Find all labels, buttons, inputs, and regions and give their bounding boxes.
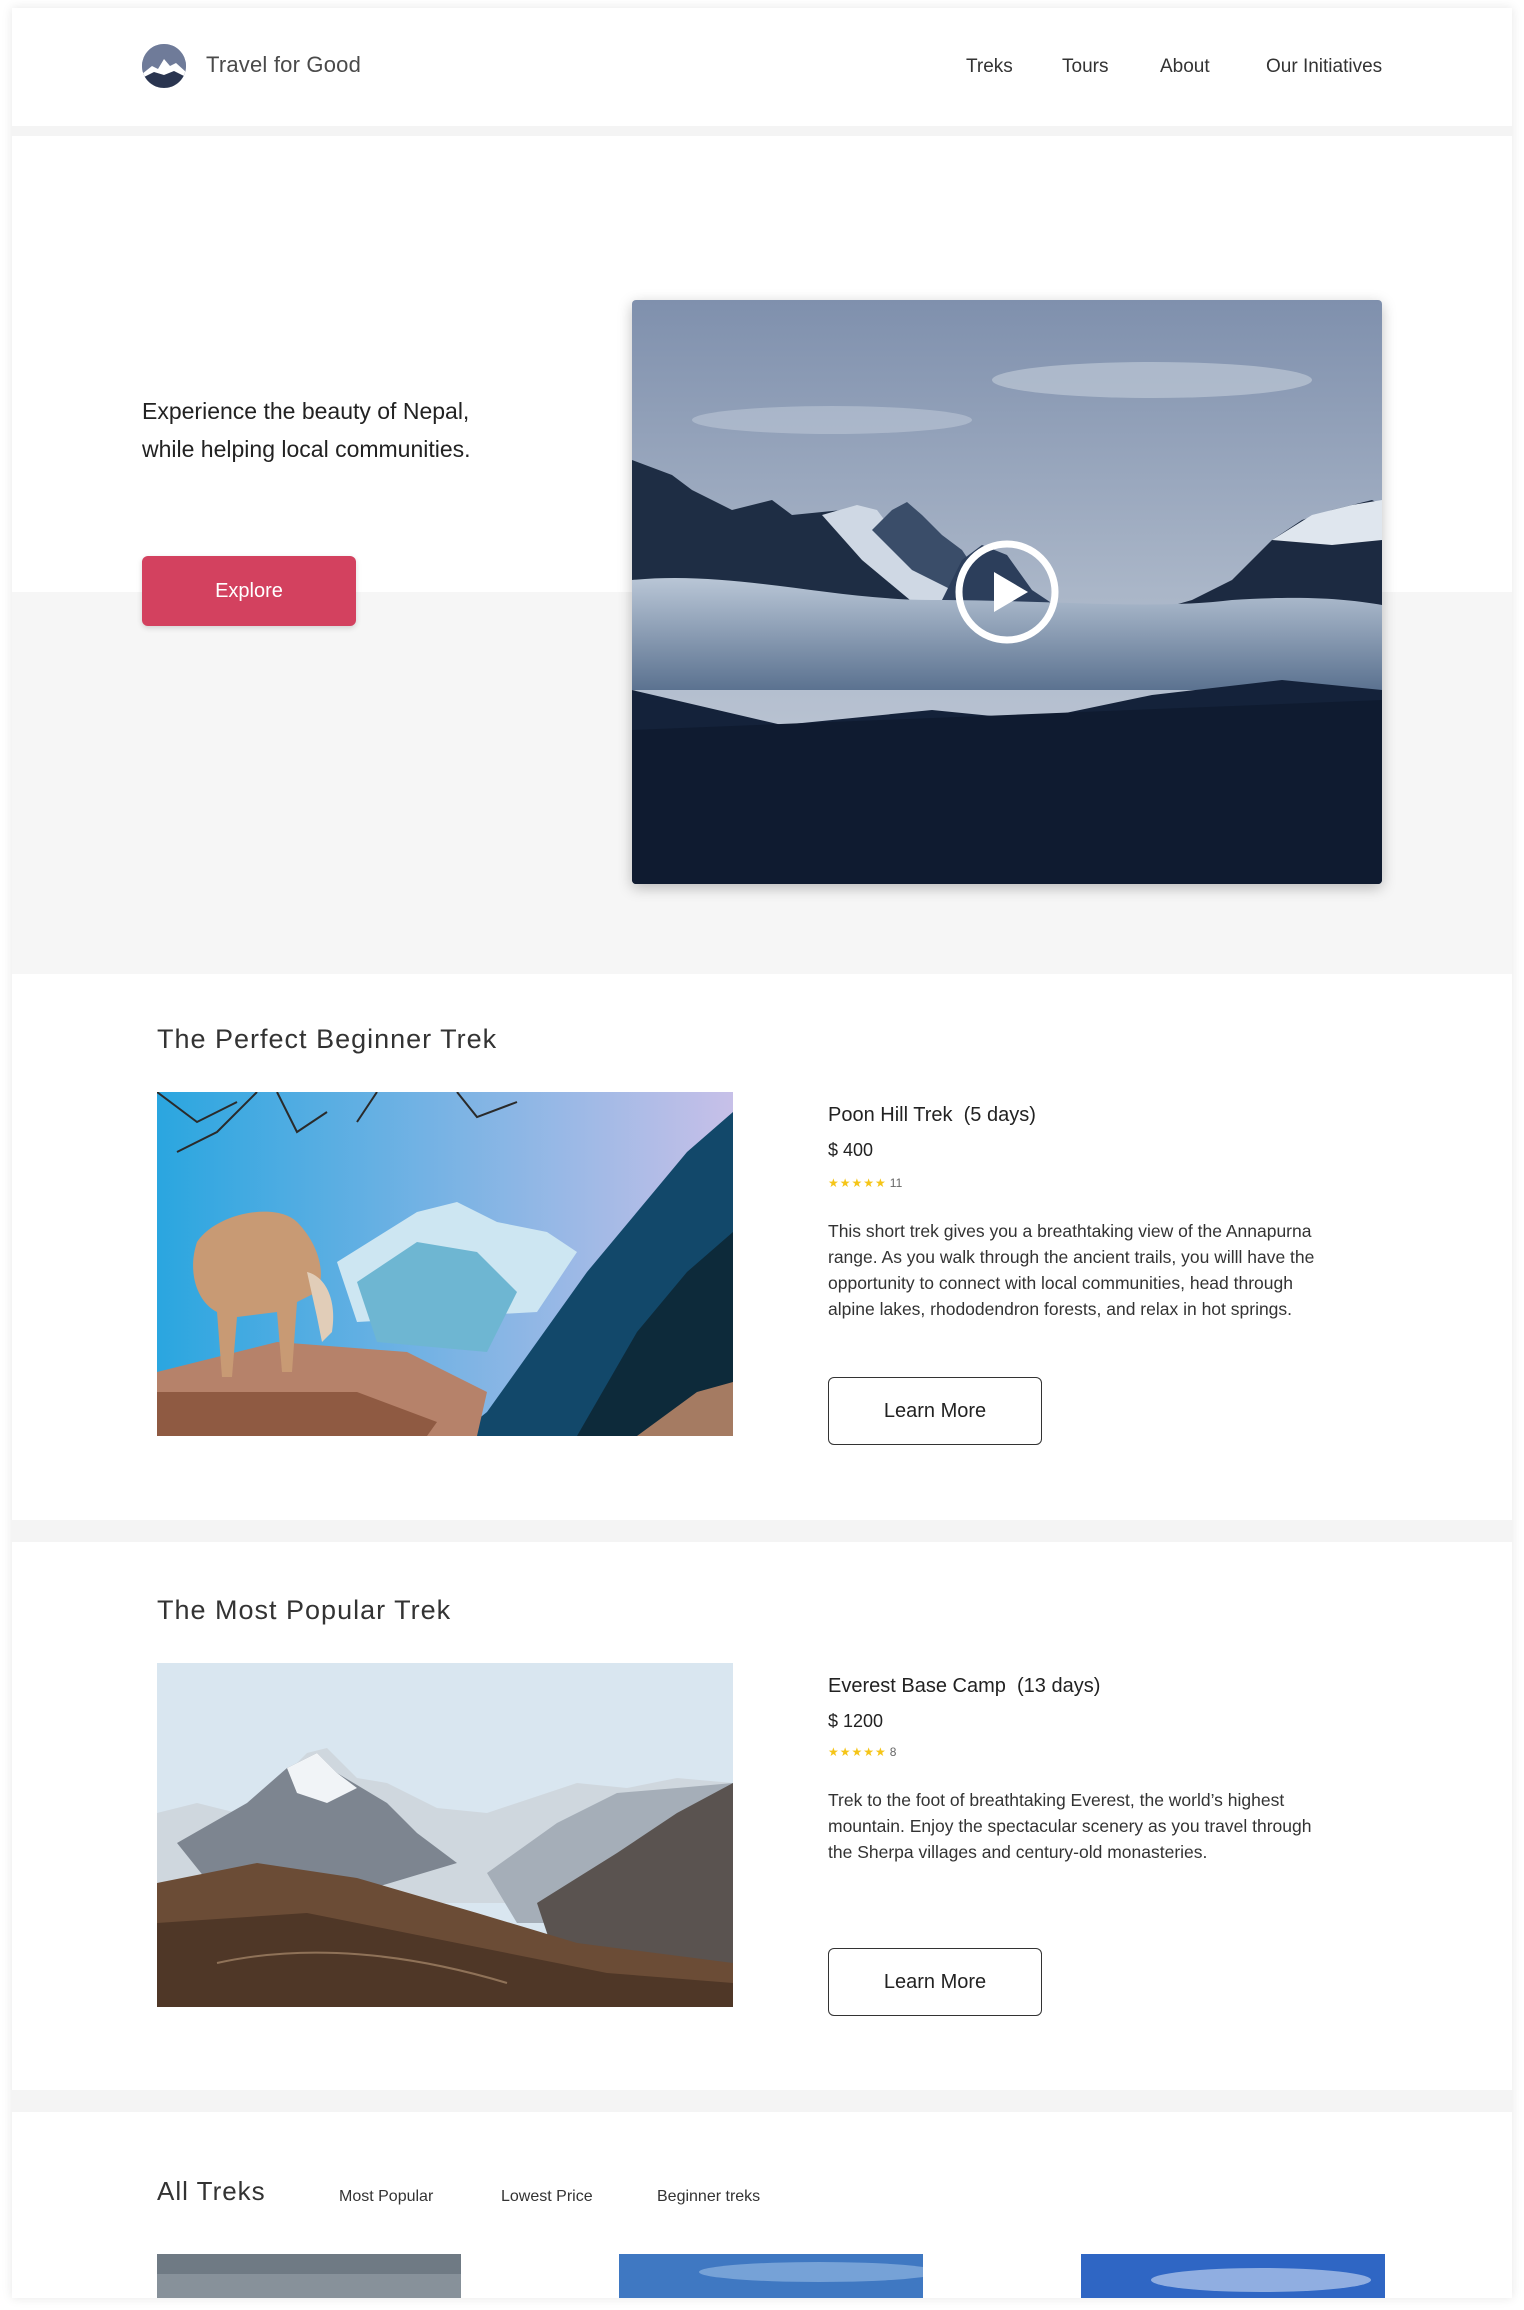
brand-name[interactable]: Travel for Good: [206, 52, 361, 78]
hero-tagline: Experience the beauty of Nepal, while he…: [142, 392, 522, 468]
mountain-logo-icon[interactable]: [142, 44, 186, 88]
nav-tours[interactable]: Tours: [1062, 56, 1108, 78]
rating-stars: ★★★★★ 11: [828, 1176, 902, 1190]
filter-most-popular[interactable]: Most Popular: [339, 2188, 433, 2206]
trek-name-everest[interactable]: Everest Base Camp (13 days): [828, 1675, 1100, 1698]
hero-tagline-line2: while helping local communities.: [142, 436, 471, 462]
all-treks-title: All Treks: [157, 2176, 266, 2206]
trek-price: $ 1200: [828, 1711, 884, 1731]
learn-more-button[interactable]: Learn More: [828, 1377, 1042, 1445]
section-title-beginner: The Perfect Beginner Trek: [157, 1024, 498, 1054]
review-count: 8: [889, 1745, 897, 1759]
filter-lowest-price[interactable]: Lowest Price: [501, 2188, 593, 2206]
nav-about[interactable]: About: [1160, 56, 1210, 78]
section-divider: [12, 2090, 1512, 2112]
rating-stars: ★★★★★ 8: [828, 1745, 896, 1759]
trek-description: This short trek gives you a breathtaking…: [828, 1221, 1315, 1319]
learn-more-button[interactable]: Learn More: [828, 1948, 1042, 2016]
site-header: Travel for Good Treks Tours About Our In…: [12, 8, 1512, 136]
trek-price: $ 400: [828, 1140, 874, 1160]
explore-button[interactable]: Explore: [142, 556, 356, 626]
nav-our-initiatives[interactable]: Our Initiatives: [1266, 56, 1382, 78]
section-divider: [12, 1520, 1512, 1542]
trek-name-label: Poon Hill Trek: [828, 1104, 953, 1126]
trek-thumbnail[interactable]: [619, 2254, 923, 2298]
trek-duration: (5 days): [963, 1104, 1036, 1126]
trek-name-poon-hill[interactable]: Poon Hill Trek (5 days): [828, 1104, 1036, 1127]
trek-thumbnail[interactable]: [1081, 2254, 1385, 2298]
poon-hill-photo[interactable]: [157, 1092, 733, 1436]
trek-name-label: Everest Base Camp: [828, 1675, 1006, 1697]
trek-thumbnail[interactable]: [157, 2254, 461, 2298]
hero-tagline-line1: Experience the beauty of Nepal,: [142, 398, 470, 424]
filter-beginner-treks[interactable]: Beginner treks: [657, 2188, 760, 2206]
star-icons: ★★★★★: [828, 1176, 887, 1190]
star-icons: ★★★★★: [828, 1745, 887, 1759]
nav-treks[interactable]: Treks: [966, 56, 1013, 78]
trek-duration: (13 days): [1016, 1675, 1101, 1697]
hero-video[interactable]: [632, 300, 1382, 884]
page-frame: Travel for Good Treks Tours About Our In…: [12, 8, 1512, 2298]
trek-description: Trek to the foot of breathtaking Everest…: [828, 1790, 1312, 1862]
section-title-popular: The Most Popular Trek: [157, 1595, 452, 1625]
review-count: 11: [889, 1176, 903, 1190]
everest-photo[interactable]: [157, 1663, 733, 2007]
